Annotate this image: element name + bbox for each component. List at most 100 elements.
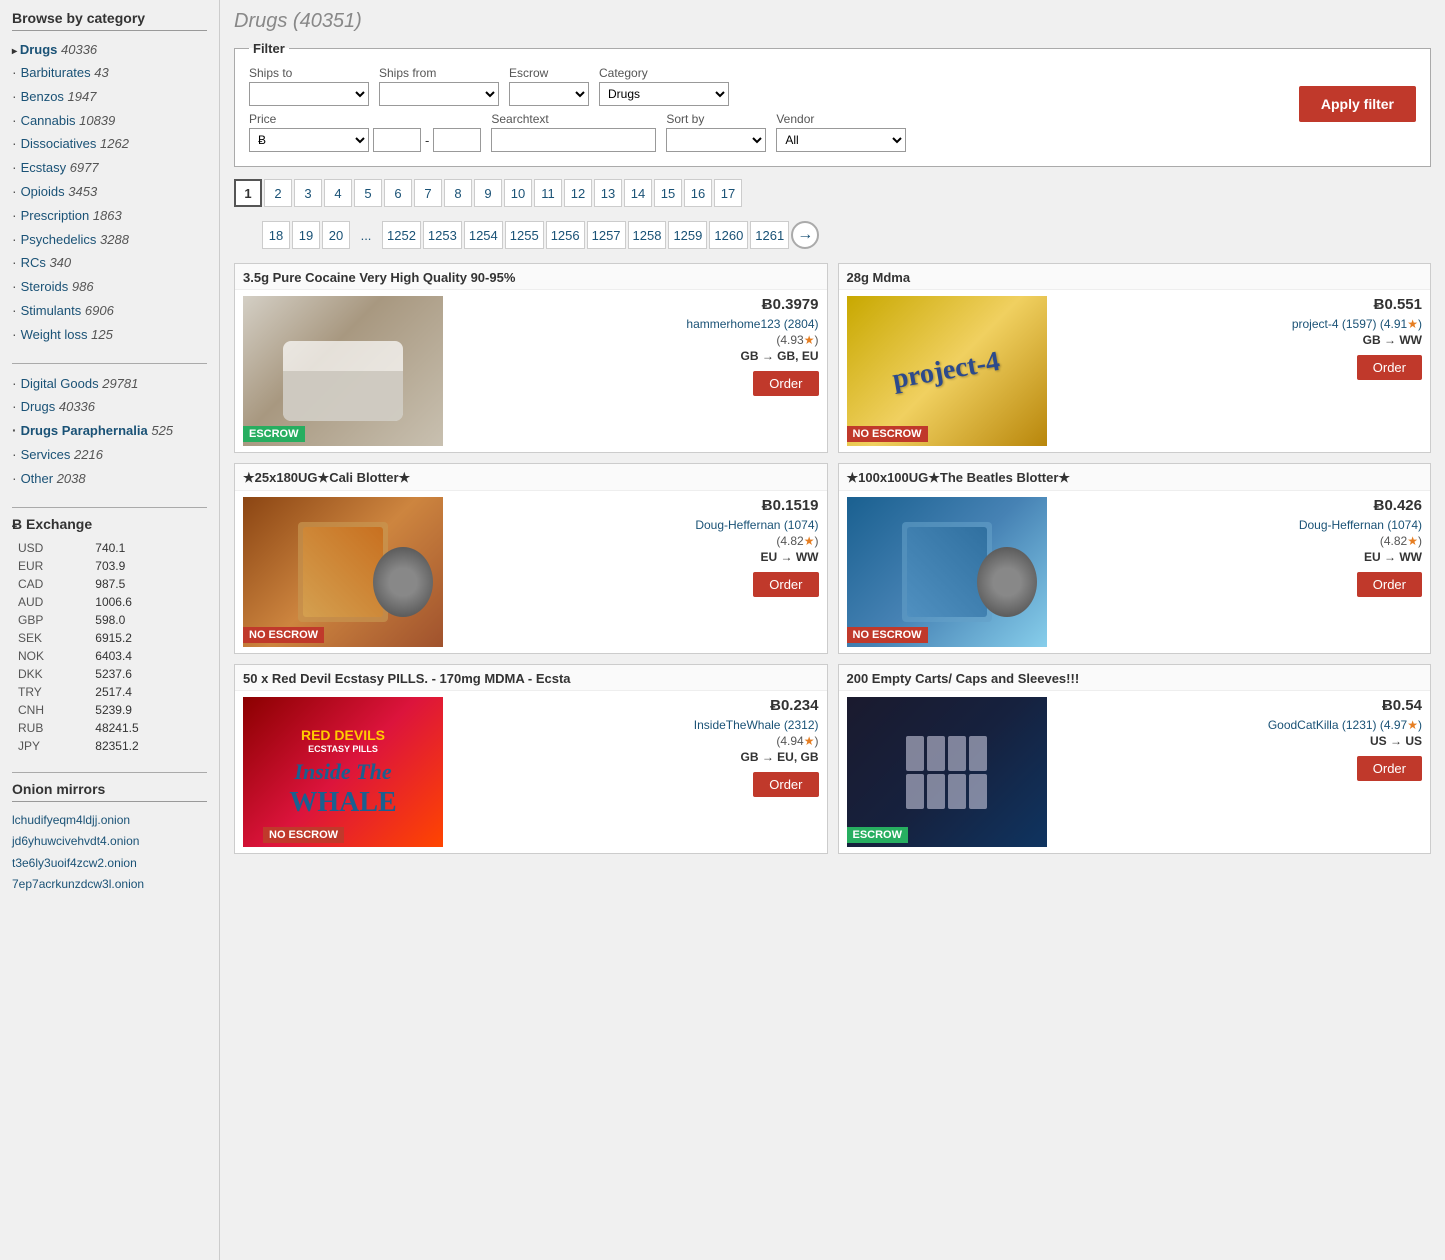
page-1256[interactable]: 1256 — [546, 221, 585, 249]
rate-nok: 6403.4 — [91, 648, 205, 664]
escrow-badge-5: NO ESCROW — [263, 827, 344, 843]
page-1257[interactable]: 1257 — [587, 221, 626, 249]
page-6[interactable]: 6 — [384, 179, 412, 207]
page-17[interactable]: 17 — [714, 179, 742, 207]
sidebar-item-rcs[interactable]: RCs 340 — [12, 251, 207, 275]
ships-to-select[interactable] — [249, 82, 369, 106]
escrow-group: Escrow — [509, 66, 589, 106]
sidebar-item-prescription[interactable]: Prescription 1863 — [12, 204, 207, 228]
product-card-3: ★25x180UG★Cali Blotter★ NO ESCROW — [234, 463, 828, 654]
onion-link-2[interactable]: jd6yhuwcivehvdt4.onion — [12, 831, 207, 853]
page-7[interactable]: 7 — [414, 179, 442, 207]
page-3[interactable]: 3 — [294, 179, 322, 207]
order-button-2[interactable]: Order — [1357, 355, 1422, 380]
product-body-5: RED DEVILS ECSTASY PILLS Inside The WHAL… — [235, 691, 827, 853]
page-1259[interactable]: 1259 — [668, 221, 707, 249]
page-1261[interactable]: 1261 — [750, 221, 789, 249]
page-14[interactable]: 14 — [624, 179, 652, 207]
page-1258[interactable]: 1258 — [628, 221, 667, 249]
vendor-select[interactable]: All — [776, 128, 906, 152]
sidebar-item-drugs-top[interactable]: Drugs 40336 — [12, 395, 207, 419]
order-button-3[interactable]: Order — [753, 572, 818, 597]
product-vendor-2[interactable]: project-4 (1597) (4.91★) — [1055, 317, 1423, 331]
exchange-row-cnh: CNH5239.9 — [14, 702, 205, 718]
product-rating-5: (4.94★) — [451, 734, 819, 748]
page-1260[interactable]: 1260 — [709, 221, 748, 249]
next-page-button[interactable]: → — [791, 221, 819, 249]
page-1255[interactable]: 1255 — [505, 221, 544, 249]
apply-filter-button[interactable]: Apply filter — [1299, 86, 1416, 122]
sidebar-item-psychedelics[interactable]: Psychedelics 3288 — [12, 228, 207, 252]
page-1254[interactable]: 1254 — [464, 221, 503, 249]
sidebar-item-other[interactable]: Other 2038 — [12, 467, 207, 491]
page-18[interactable]: 18 — [262, 221, 290, 249]
price-group: Price Ƀ - — [249, 112, 481, 152]
product-vendor-6[interactable]: GoodCatKilla (1231) (4.97★) — [1055, 718, 1423, 732]
order-button-4[interactable]: Order — [1357, 572, 1422, 597]
onion-link-3[interactable]: t3e6ly3uoif4zcw2.onion — [12, 853, 207, 875]
rate-rub: 48241.5 — [91, 720, 205, 736]
rate-usd: 740.1 — [91, 540, 205, 556]
sortby-select[interactable] — [666, 128, 766, 152]
currency-jpy: JPY — [14, 738, 89, 754]
product-info-4: Ƀ0.426 Doug-Heffernan (1074) (4.82★) EU … — [1055, 497, 1423, 647]
product-info-1: Ƀ0.3979 hammerhome123 (2804) (4.93★) GB … — [451, 296, 819, 446]
price-max-input[interactable] — [433, 128, 481, 152]
page-1253[interactable]: 1253 — [423, 221, 462, 249]
category-name: Drugs — [20, 42, 58, 57]
page-12[interactable]: 12 — [564, 179, 592, 207]
product-info-5: Ƀ0.234 InsideTheWhale (2312) (4.94★) GB … — [451, 697, 819, 847]
sidebar-item-services[interactable]: Services 2216 — [12, 443, 207, 467]
page-1[interactable]: 1 — [234, 179, 262, 207]
sidebar-item-dissociatives[interactable]: Dissociatives 1262 — [12, 132, 207, 156]
price-min-input[interactable] — [373, 128, 421, 152]
sidebar-item-opioids[interactable]: Opioids 3453 — [12, 180, 207, 204]
page-1252[interactable]: 1252 — [382, 221, 421, 249]
page-9[interactable]: 9 — [474, 179, 502, 207]
rate-gbp: 598.0 — [91, 612, 205, 628]
page-15[interactable]: 15 — [654, 179, 682, 207]
page-4[interactable]: 4 — [324, 179, 352, 207]
page-13[interactable]: 13 — [594, 179, 622, 207]
page-10[interactable]: 10 — [504, 179, 532, 207]
product-vendor-1[interactable]: hammerhome123 (2804) — [451, 317, 819, 331]
sortby-label: Sort by — [666, 112, 766, 126]
sidebar-item-steroids[interactable]: Steroids 986 — [12, 275, 207, 299]
sidebar-item-ecstasy[interactable]: Ecstasy 6977 — [12, 156, 207, 180]
sidebar-item-benzos[interactable]: Benzos 1947 — [12, 85, 207, 109]
currency-nok: NOK — [14, 648, 89, 664]
order-button-6[interactable]: Order — [1357, 756, 1422, 781]
page-20[interactable]: 20 — [322, 221, 350, 249]
order-button-1[interactable]: Order — [753, 371, 818, 396]
onion-link-4[interactable]: 7ep7acrkunzdcw3l.onion — [12, 874, 207, 896]
page-5[interactable]: 5 — [354, 179, 382, 207]
order-button-5[interactable]: Order — [753, 772, 818, 797]
product-price-6: Ƀ0.54 — [1055, 697, 1423, 714]
sidebar-item-barbiturates[interactable]: Barbiturates 43 — [12, 61, 207, 85]
escrow-label: Escrow — [509, 66, 589, 80]
ships-from-select[interactable] — [379, 82, 499, 106]
escrow-select[interactable] — [509, 82, 589, 106]
onion-link-1[interactable]: lchudifyeqm4ldjj.onion — [12, 810, 207, 832]
product-title-4: ★100x100UG★The Beatles Blotter★ — [839, 464, 1431, 491]
searchtext-input[interactable] — [491, 128, 656, 152]
page-11[interactable]: 11 — [534, 179, 562, 207]
sidebar-item-stimulants[interactable]: Stimulants 6906 — [12, 299, 207, 323]
page-2[interactable]: 2 — [264, 179, 292, 207]
price-currency-select[interactable]: Ƀ — [249, 128, 369, 152]
product-vendor-4[interactable]: Doug-Heffernan (1074) — [1055, 518, 1423, 532]
sidebar-item-digital-goods[interactable]: Digital Goods 29781 — [12, 372, 207, 396]
filter-box: Filter Ships to Ships from — [234, 41, 1431, 167]
page-19[interactable]: 19 — [292, 221, 320, 249]
sidebar-item-drugs-paraphernalia[interactable]: Drugs Paraphernalia 525 — [12, 419, 207, 443]
escrow-badge-3: NO ESCROW — [243, 627, 324, 643]
product-vendor-5[interactable]: InsideTheWhale (2312) — [451, 718, 819, 732]
sidebar-item-cannabis[interactable]: Cannabis 10839 — [12, 109, 207, 133]
category-select[interactable]: Drugs — [599, 82, 729, 106]
page-8[interactable]: 8 — [444, 179, 472, 207]
sidebar-item-weightloss[interactable]: Weight loss 125 — [12, 323, 207, 347]
exchange-row-usd: USD740.1 — [14, 540, 205, 556]
page-16[interactable]: 16 — [684, 179, 712, 207]
product-vendor-3[interactable]: Doug-Heffernan (1074) — [451, 518, 819, 532]
sidebar-item-drugs-active[interactable]: Drugs 40336 — [12, 39, 207, 61]
